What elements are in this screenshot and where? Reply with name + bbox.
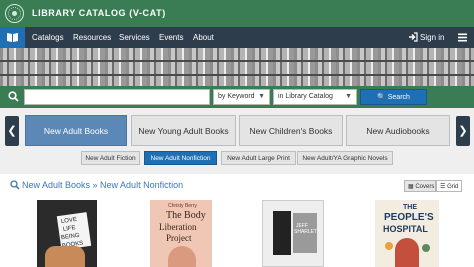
breadcrumb[interactable]: New Adult Books » New Adult Nonfiction [22,180,183,190]
tab-new-adult-books[interactable]: New Adult Books [25,115,127,146]
book-cover[interactable]: THE PEOPLE'S HOSPITAL [375,200,439,267]
search-scope-select[interactable]: in Library Catalog ▼ [273,89,357,105]
search-type-select[interactable]: by Keyword ▼ [213,89,270,105]
search-scope-value: in Library Catalog [278,93,333,100]
search-icon [8,91,19,102]
chevron-down-icon: ▼ [258,93,265,100]
chevron-down-icon: ▼ [345,93,352,100]
cover-text: SHARLET [294,229,318,235]
book-cover[interactable]: LOVE LIFE BEING BOOKS [37,200,97,267]
search-button[interactable]: 🔍 Search [360,89,427,105]
nav-item-events[interactable]: Events [159,33,183,42]
book-cover[interactable]: Christy Berry The Body Liberation Projec… [150,200,212,267]
search-icon [10,180,20,190]
cover-text: PEOPLE'S [384,212,434,223]
search-input[interactable] [24,89,210,105]
collection-tabs: ❮ New Adult Books New Young Adult Books … [0,108,474,174]
tab-new-audiobooks[interactable]: New Audiobooks [346,115,450,146]
search-button-icon: 🔍 [377,94,386,101]
search-type-value: by Keyword [218,93,255,100]
tab-new-childrens-books[interactable]: New Children's Books [239,115,343,146]
signin-link[interactable]: Sign in [420,33,444,42]
cover-text: THE [403,204,417,211]
site-header: LIBRARY CATALOG (V-CAT) [0,0,474,27]
nav-item-services[interactable]: Services [119,33,150,42]
subtab-new-adult-fiction[interactable]: New Adult Fiction [81,151,140,165]
cover-text: The Body [166,210,206,221]
cover-text: Liberation [159,222,197,232]
nav-item-about[interactable]: About [193,33,214,42]
grid-icon: ▦ [408,184,414,190]
search-button-label: Search [387,94,410,101]
main-nav: Catalogs Resources Services Events About… [0,27,474,48]
subtab-new-adult-large-print[interactable]: New Adult Large Print [221,151,296,165]
chevron-right-icon[interactable]: ❯ [456,116,470,146]
book-icon [7,33,18,42]
book-stacks-banner [0,48,474,86]
search-bar: by Keyword ▼ in Library Catalog ▼ 🔍 Sear… [0,86,474,108]
subtab-new-adult-ya-graphic-novels[interactable]: New Adult/YA Graphic Novels [297,151,393,165]
view-covers-button[interactable]: ▦ Covers [404,180,436,192]
site-title[interactable]: LIBRARY CATALOG (V-CAT) [32,8,166,18]
subtab-new-adult-nonfiction[interactable]: New Adult Nonfiction [144,151,217,165]
nav-item-resources[interactable]: Resources [73,33,111,42]
list-icon: ☰ [440,184,446,190]
cover-text: HOSPITAL [383,224,428,234]
book-cover[interactable]: JEFF SHARLET [262,200,324,267]
home-button[interactable] [0,27,25,48]
nav-item-catalogs[interactable]: Catalogs [32,33,64,42]
chevron-left-icon[interactable]: ❮ [5,116,19,146]
view-grid-button[interactable]: ☰ Grid [436,180,462,192]
hamburger-menu-icon[interactable] [458,33,467,42]
view-covers-label: Covers [415,184,435,190]
cover-text: Christy Berry [168,203,197,209]
view-grid-label: Grid [447,184,459,190]
sign-in-icon[interactable] [408,32,418,42]
cover-text: Project [166,233,192,243]
library-seal-icon[interactable] [5,4,24,23]
tab-new-young-adult-books[interactable]: New Young Adult Books [131,115,236,146]
